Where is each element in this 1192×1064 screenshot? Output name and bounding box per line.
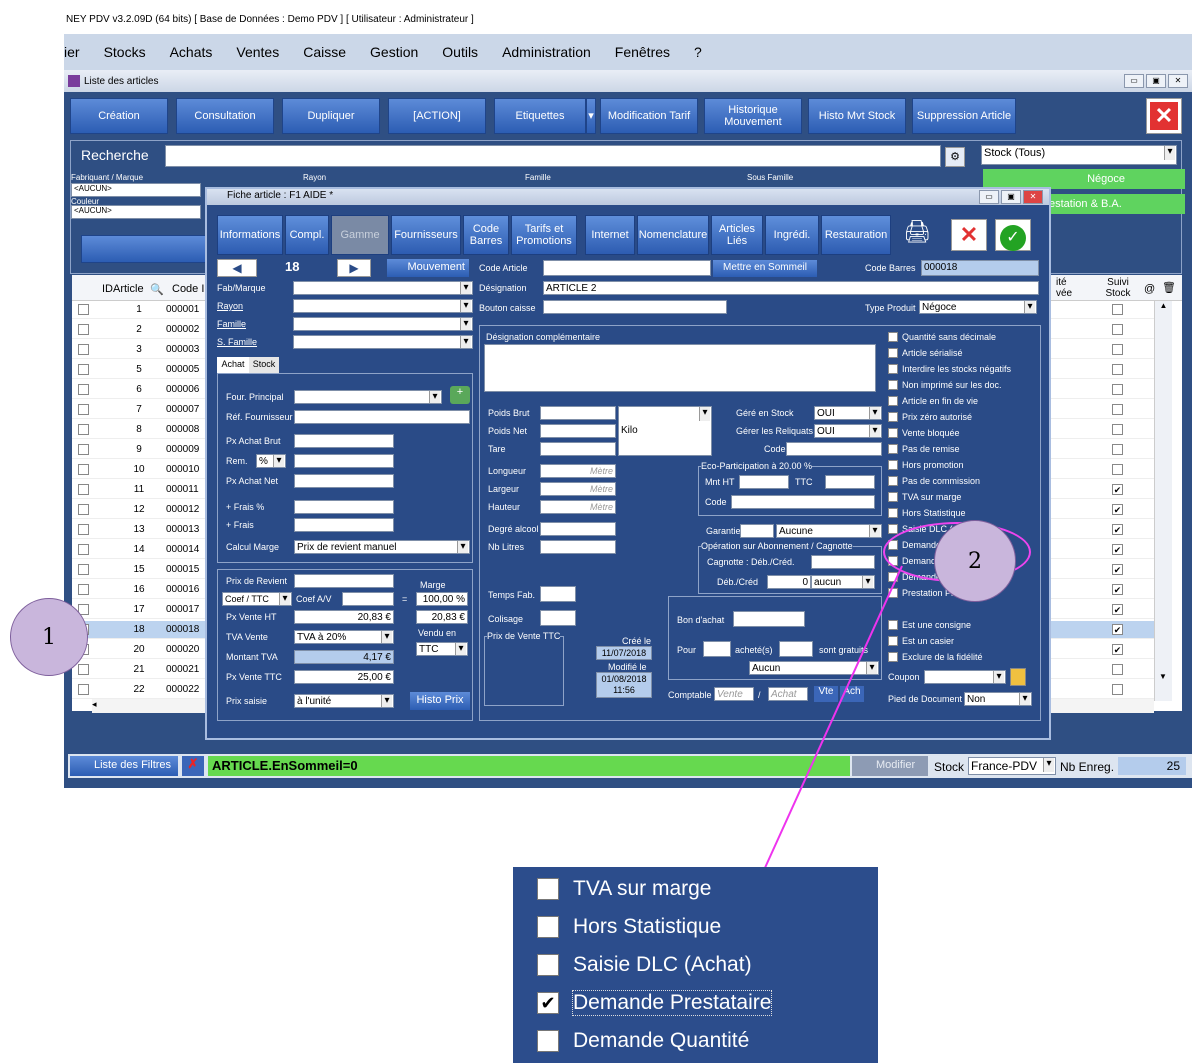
zoom-option-label: Hors Statistique	[573, 915, 722, 938]
zoom-checkbox-icon	[537, 954, 559, 976]
zoom-checkbox-icon	[537, 878, 559, 900]
zoom-checkbox-icon: ✔	[537, 992, 559, 1014]
zoom-inset: TVA sur marge Hors Statistique Saisie DLC …	[513, 867, 878, 1063]
zoom-checkbox-item: TVA sur marge	[537, 877, 712, 901]
zoom-checkbox-item: ✔ Demande Prestataire	[537, 990, 773, 1016]
zoom-checkbox-item: Saisie DLC (Achat)	[537, 953, 752, 977]
zoom-option-label: TVA sur marge	[573, 877, 712, 900]
zoom-option-label: Saisie DLC (Achat)	[573, 953, 752, 976]
zoom-checkbox-icon	[537, 916, 559, 938]
zoom-checkbox-icon	[537, 1030, 559, 1052]
zoom-checkbox-item: Demande Quantité	[537, 1029, 749, 1053]
zoom-checkbox-item: Hors Statistique	[537, 915, 721, 939]
zoom-option-label: Demande Quantité	[573, 1029, 750, 1052]
zoom-option-label: Demande Prestataire	[571, 990, 773, 1016]
